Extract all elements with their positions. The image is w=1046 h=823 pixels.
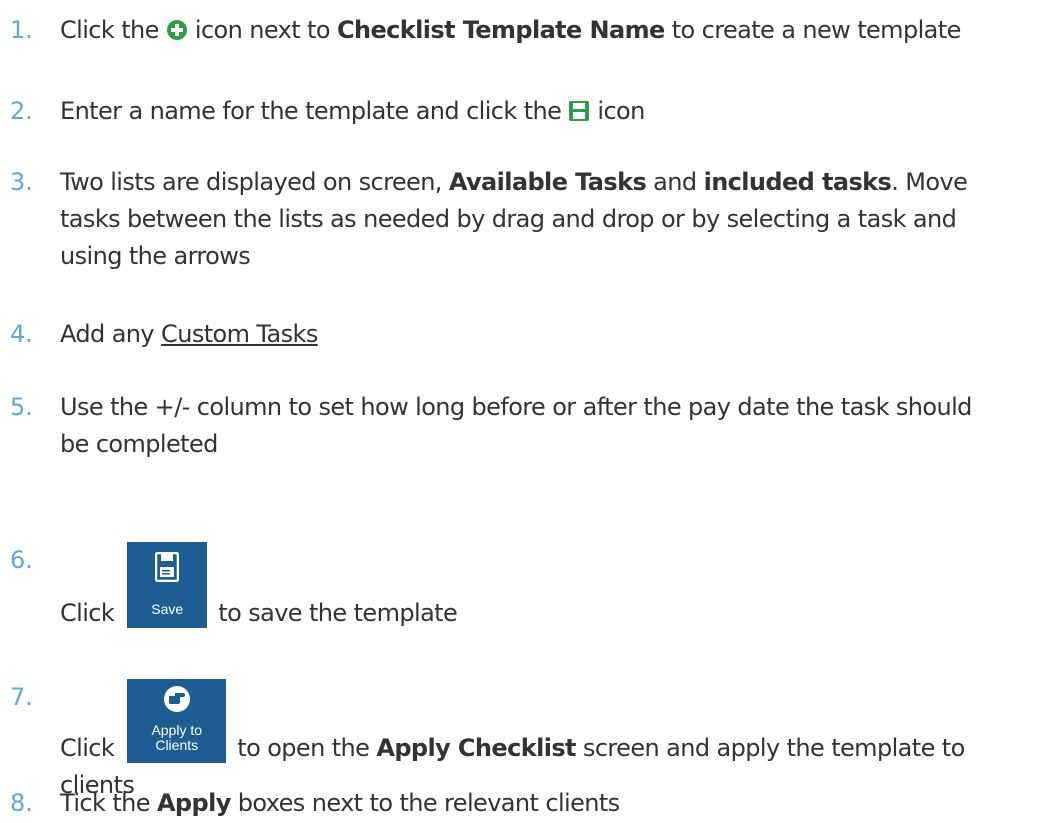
step-text: Two lists are displayed on screen, Avail… (60, 164, 1040, 275)
step-text-part: to open the (237, 734, 370, 762)
step-number: 3. (10, 168, 33, 196)
step-text: Add any Custom Tasks (60, 316, 1040, 353)
step-number: 7. (10, 683, 33, 711)
save-icon (568, 96, 590, 133)
save-button-image: Save (127, 542, 208, 628)
step-line: using the arrows (60, 242, 251, 270)
ui-term-checklist-template-name: Checklist Template Name (336, 16, 665, 44)
step-text-part: Click the (60, 16, 159, 44)
ui-term-apply: Apply (156, 789, 231, 817)
step-number: 2. (10, 97, 33, 125)
step-line: Click Apply to Clients to open the Apply… (60, 679, 1040, 767)
step-number: 1. (10, 16, 33, 44)
step-line: Use the +/- column to set how long befor… (60, 393, 972, 421)
step-text: Tick the Apply boxes next to the relevan… (60, 785, 1040, 822)
apply-to-clients-button-image: Apply to Clients (127, 679, 227, 763)
step-text: Click Save to save the template (60, 542, 1040, 632)
pointing-hand-icon (163, 685, 191, 724)
step-text-part: . Move (891, 168, 968, 196)
apply-button-label-line1: Apply to (151, 722, 203, 738)
step-text-part: and (653, 168, 697, 196)
step-text: Enter a name for the template and click … (60, 93, 1040, 133)
step-number: 5. (10, 393, 33, 421)
step-line: be completed (60, 430, 218, 458)
step-text-part: to save the template (218, 599, 458, 627)
ui-term-apply-checklist: Apply Checklist (376, 734, 576, 762)
step-text-part: to create a new template (671, 16, 962, 44)
step-text-part: Enter a name for the template and click … (60, 97, 562, 125)
step-text-part: Add any (60, 320, 155, 348)
floppy-disk-icon (154, 551, 180, 593)
step-text-part: icon next to (194, 16, 331, 44)
step-number: 8. (10, 789, 33, 817)
custom-tasks-link[interactable]: Custom Tasks (161, 320, 318, 348)
step-text-part: Two lists are displayed on screen, (60, 168, 442, 196)
step-text: Use the +/- column to set how long befor… (60, 389, 1040, 463)
ui-term-available-tasks: Available Tasks (448, 168, 647, 196)
step-line: tasks between the lists as needed by dra… (60, 205, 957, 233)
add-circle-icon (166, 15, 188, 52)
step-number: 4. (10, 320, 33, 348)
save-button-label: Save (151, 601, 184, 617)
apply-button-label-line2: Clients (155, 737, 199, 753)
step-text-part: boxes next to the relevant clients (237, 789, 620, 817)
step-text-part: Click (60, 734, 115, 762)
step-text-part: screen and apply the template to (582, 734, 965, 762)
step-text: Click the icon next to Checklist Templat… (60, 12, 1040, 52)
ui-term-included-tasks: included tasks (703, 168, 892, 196)
step-text-part: Tick the (60, 789, 151, 817)
step-line: Two lists are displayed on screen, Avail… (60, 164, 1040, 201)
step-text-part: icon (597, 97, 645, 125)
step-text-part: Click (60, 599, 115, 627)
step-number: 6. (10, 546, 33, 574)
